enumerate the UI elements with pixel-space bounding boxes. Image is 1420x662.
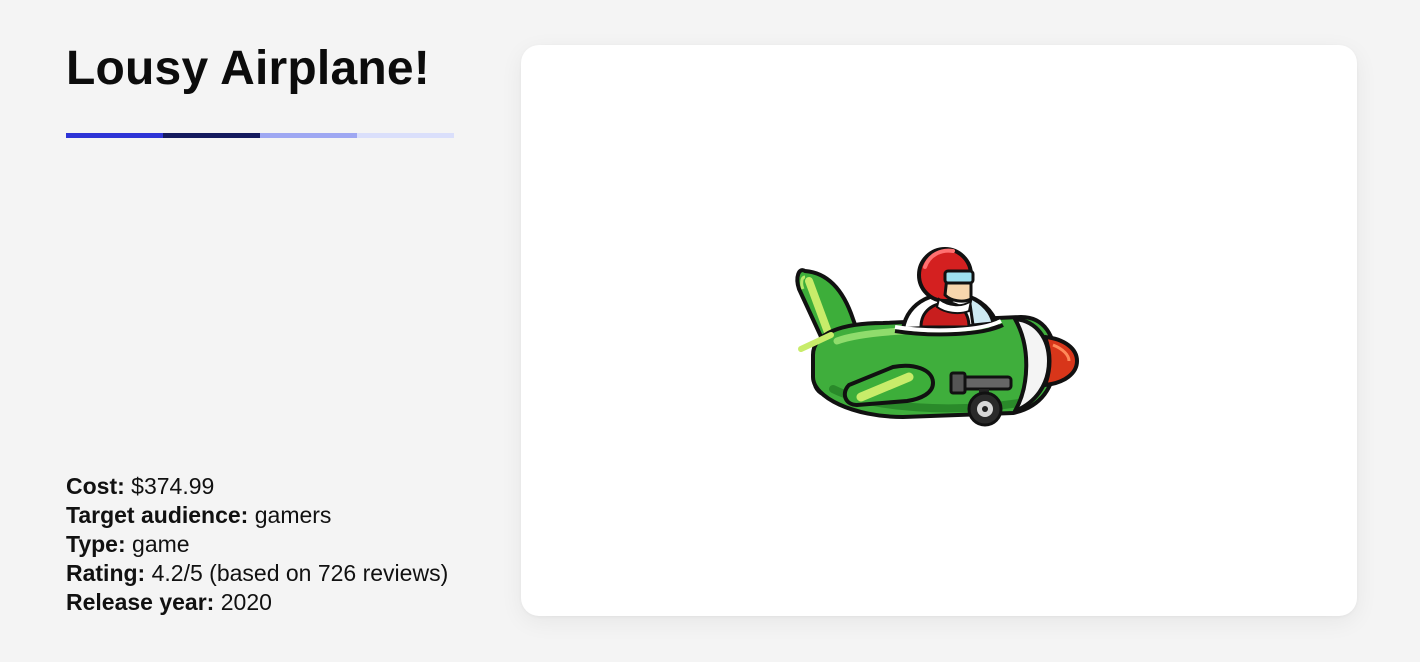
detail-release-year: Release year: 2020 — [66, 588, 448, 617]
product-info-panel: Lousy Airplane! Cost: $374.99 Target aud… — [66, 40, 486, 620]
product-details: Cost: $374.99 Target audience: gamers Ty… — [66, 472, 448, 617]
detail-type: Type: game — [66, 530, 448, 559]
detail-label: Rating: — [66, 560, 146, 586]
product-image-card — [521, 45, 1357, 616]
detail-value: 2020 — [214, 589, 272, 615]
detail-value: 4.2/5 (based on 726 reviews) — [145, 560, 449, 586]
detail-label: Type: — [66, 531, 126, 557]
detail-target-audience: Target audience: gamers — [66, 501, 448, 530]
detail-label: Target audience: — [66, 502, 249, 528]
page-title: Lousy Airplane! — [66, 42, 430, 95]
divider-segment-3 — [260, 133, 357, 138]
detail-label: Release year: — [66, 589, 215, 615]
cartoon-airplane-icon — [795, 247, 1079, 427]
detail-cost: Cost: $374.99 — [66, 472, 448, 501]
divider-segment-1 — [66, 133, 163, 138]
divider-segment-2 — [163, 133, 260, 138]
accent-divider — [66, 133, 454, 138]
divider-segment-4 — [357, 133, 454, 138]
detail-label: Cost: — [66, 473, 125, 499]
detail-value: game — [125, 531, 190, 557]
detail-value: gamers — [248, 502, 332, 528]
product-page: Lousy Airplane! Cost: $374.99 Target aud… — [0, 0, 1420, 662]
detail-value: $374.99 — [124, 473, 215, 499]
detail-rating: Rating: 4.2/5 (based on 726 reviews) — [66, 559, 448, 588]
